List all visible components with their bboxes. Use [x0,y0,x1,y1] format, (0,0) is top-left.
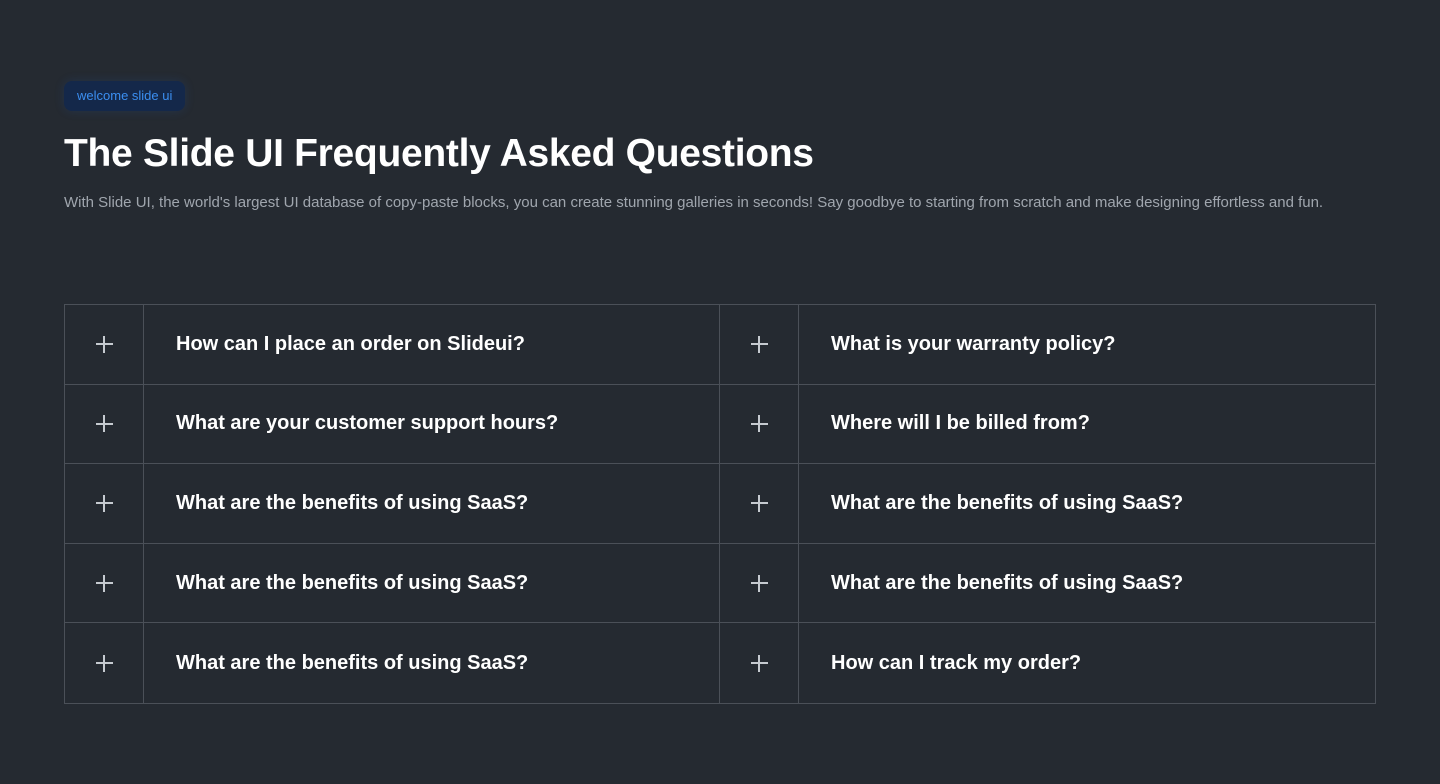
faq-grid: How can I place an order on Slideui? Wha… [64,304,1376,704]
plus-icon [95,654,113,672]
faq-question: What are your customer support hours? [176,412,559,435]
plus-icon [750,415,768,433]
faq-question: Where will I be billed from? [831,412,1090,435]
faq-question: What is your warranty policy? [831,332,1116,355]
faq-question: How can I place an order on Slideui? [176,332,525,355]
plus-icon [95,494,113,512]
faq-question: What are the benefits of using SaaS? [176,571,529,594]
faq-item[interactable]: How can I track my order? [720,623,1375,703]
faq-item[interactable]: What are the benefits of using SaaS? [65,543,720,624]
faq-header: welcome slide ui The Slide UI Frequently… [64,81,1376,215]
plus-icon [95,574,113,592]
faq-toggle[interactable] [720,464,799,543]
faq-item[interactable]: Where will I be billed from? [720,384,1375,465]
plus-icon [750,574,768,592]
faq-question: What are the benefits of using SaaS? [831,571,1184,594]
faq-toggle[interactable] [720,305,799,384]
faq-toggle[interactable] [65,543,144,623]
faq-toggle[interactable] [65,464,144,543]
faq-item[interactable]: What are the benefits of using SaaS? [65,464,720,544]
faq-question: What are the benefits of using SaaS? [176,491,529,514]
faq-toggle[interactable] [720,543,799,623]
page-title: The Slide UI Frequently Asked Questions [64,132,814,175]
plus-icon [95,415,113,433]
faq-item[interactable]: What are the benefits of using SaaS? [720,543,1375,624]
faq-toggle[interactable] [720,623,799,703]
faq-item[interactable]: What are the benefits of using SaaS? [65,623,720,703]
faq-toggle[interactable] [720,384,799,464]
faq-question: What are the benefits of using SaaS? [176,651,529,674]
faq-item[interactable]: What are the benefits of using SaaS? [720,464,1375,544]
faq-toggle[interactable] [65,623,144,703]
plus-icon [95,335,113,353]
plus-icon [750,654,768,672]
faq-item[interactable]: How can I place an order on Slideui? [65,305,720,385]
plus-icon [750,335,768,353]
faq-item[interactable]: What are your customer support hours? [65,384,720,465]
faq-question: What are the benefits of using SaaS? [831,491,1184,514]
page-description: With Slide UI, the world's largest UI da… [64,194,1324,211]
faq-toggle[interactable] [65,384,144,464]
plus-icon [750,494,768,512]
faq-toggle[interactable] [65,305,144,384]
welcome-badge: welcome slide ui [64,81,186,111]
faq-question: How can I track my order? [831,651,1082,674]
faq-item[interactable]: What is your warranty policy? [720,305,1375,385]
